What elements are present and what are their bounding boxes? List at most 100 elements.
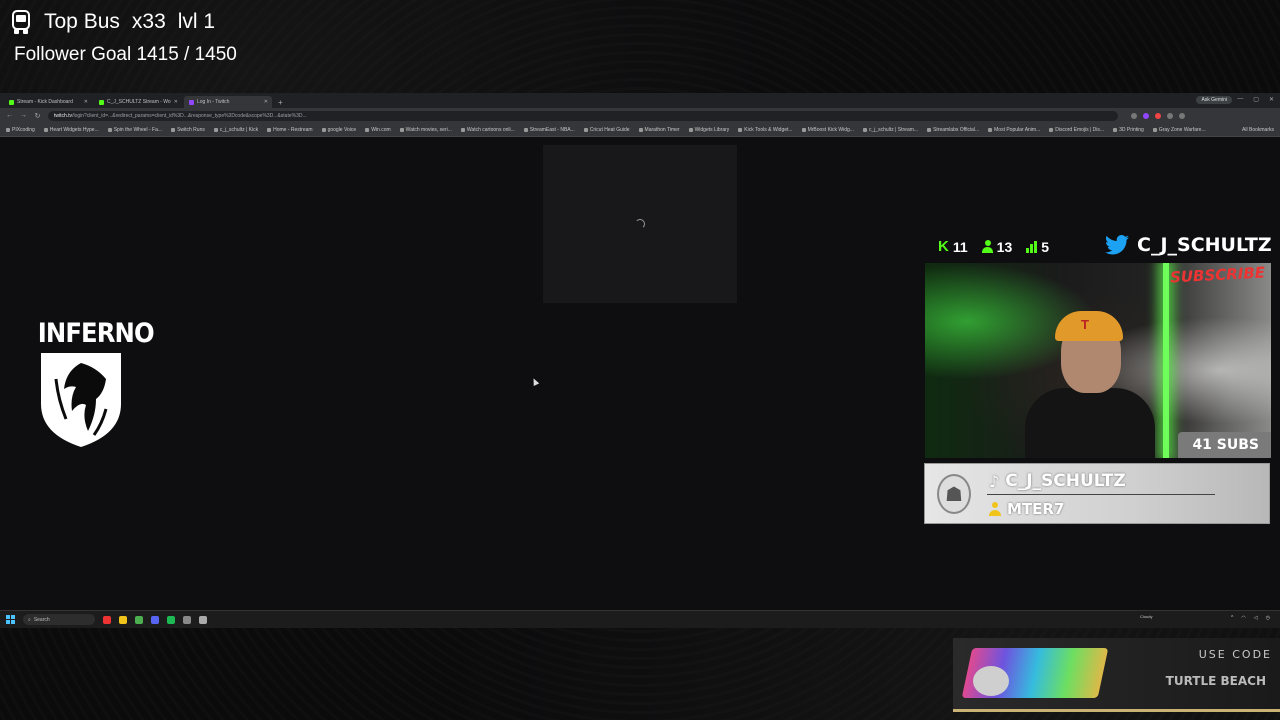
close-icon[interactable]: ✕ — [264, 99, 268, 105]
use-code-label: USE CODE — [1198, 648, 1272, 661]
bookmark-label: Most Popular Anim... — [994, 126, 1041, 133]
chrome-icon[interactable] — [135, 615, 143, 624]
ask-gemini-button[interactable]: Ask Gemini — [1196, 96, 1232, 104]
latest-follower-line: MTER7 — [989, 500, 1064, 518]
avatar: ☗ — [937, 474, 971, 514]
bookmark-label: Discord Emojis | Dis... — [1055, 126, 1105, 133]
bookmark-item[interactable]: Widgets Library — [688, 126, 730, 133]
menu-icon[interactable] — [1179, 112, 1185, 119]
bookmark-label: Kick Tools & Widget... — [744, 126, 793, 133]
windows-start-icon[interactable] — [6, 615, 15, 624]
bookmark-item[interactable]: Most Popular Anim... — [988, 127, 1040, 133]
file-explorer-icon[interactable] — [119, 615, 127, 624]
forward-icon[interactable]: → — [20, 112, 27, 119]
bookmark-item[interactable]: 3D Printing — [1113, 127, 1144, 133]
tab-bar: Stream - Kick Dashboard ✕ C_J_SCHULTZ St… — [0, 93, 1280, 108]
close-icon[interactable]: ✕ — [174, 99, 178, 105]
subs-count-badge: 41 SUBS — [1178, 432, 1271, 458]
taskbar-app-icon[interactable] — [199, 615, 207, 624]
new-tab-button[interactable]: + — [278, 96, 283, 108]
bookmark-item[interactable]: c_j_schultz | Stream... — [862, 126, 919, 133]
clock-icon[interactable]: ◷ — [1266, 615, 1270, 621]
bookmark-favicon-icon — [801, 127, 806, 132]
viewers-count: 5 — [1041, 238, 1050, 255]
divider — [987, 494, 1215, 495]
extension-icon[interactable] — [1131, 112, 1137, 119]
bookmark-label: Switch Runs — [177, 126, 205, 133]
bookmark-favicon-icon — [321, 127, 326, 132]
bookmark-favicon-icon — [738, 127, 743, 132]
bookmark-item[interactable]: Home - Restream — [267, 127, 313, 133]
back-icon[interactable]: ← — [6, 112, 13, 119]
tiktok-line: ♪ C_J_SCHULTZ — [989, 471, 1126, 491]
bookmark-item[interactable]: StreamEast - NBA... — [523, 127, 575, 133]
signal-bars-icon — [1026, 240, 1038, 253]
extension-icon[interactable] — [1167, 112, 1173, 119]
stream-stats: K 11 13 5 — [938, 238, 1049, 255]
url-input[interactable]: twitch.tv /login?client_id=...&redirect_… — [48, 110, 1118, 121]
top-bus-multiplier: x33 — [131, 10, 166, 33]
bookmark-label: Watch movies, seri... — [405, 126, 452, 133]
search-icon: ⌕ — [28, 616, 31, 623]
wifi-icon[interactable]: ◠ — [1241, 615, 1245, 621]
bookmark-item[interactable]: Watch movies, seri... — [399, 126, 452, 133]
url-path: /login?client_id=...&redirect_params=cli… — [72, 112, 307, 119]
streamer-cap — [1055, 311, 1123, 341]
bookmark-item[interactable]: PIXcoding — [6, 127, 35, 133]
bookmark-item[interactable]: Gray Zone Warfare... — [1152, 127, 1206, 133]
minimize-icon[interactable]: — — [1237, 96, 1243, 103]
reload-icon[interactable]: ↻ — [34, 112, 41, 120]
volume-icon[interactable]: ◁ — [1254, 615, 1258, 621]
tab-kick-dashboard[interactable]: Stream - Kick Dashboard ✕ — [4, 96, 92, 108]
taskbar-app-icon[interactable] — [183, 615, 191, 624]
bookmark-label: MrBoost Kick Widg... — [807, 126, 854, 133]
bookmark-item[interactable]: google Voice — [321, 127, 356, 133]
bookmark-favicon-icon — [43, 127, 48, 132]
bookmark-label: Widgets Library — [694, 126, 730, 133]
maximize-icon[interactable]: ▢ — [1253, 96, 1259, 103]
bookmark-item[interactable]: Watch cartoons onli... — [460, 127, 515, 133]
top-bus-level: lvl 1 — [177, 10, 216, 33]
extension-icon[interactable] — [1143, 112, 1149, 119]
bookmark-item[interactable]: Win.com — [365, 127, 391, 133]
bookmark-favicon-icon — [688, 127, 693, 132]
url-domain: twitch.tv — [54, 112, 73, 119]
person-icon — [981, 240, 993, 253]
bookmark-label: Heart Widgets Hype... — [49, 126, 99, 133]
system-tray: ^ ◠ ◁ ◷ — [1231, 615, 1270, 621]
bookmark-favicon-icon — [638, 127, 643, 132]
spotify-icon[interactable] — [167, 615, 175, 624]
bus-icon — [10, 10, 32, 34]
bookmark-label: PIXcoding — [12, 126, 35, 133]
tab-twitch-login[interactable]: Log In - Twitch ✕ — [184, 96, 272, 108]
bookmark-item[interactable]: Switch Runs — [171, 127, 205, 133]
bookmark-favicon-icon — [171, 127, 176, 132]
extension-icon[interactable] — [1155, 112, 1161, 119]
chevron-up-icon[interactable]: ^ — [1231, 615, 1233, 621]
discord-icon[interactable] — [151, 615, 159, 624]
bookmark-item[interactable]: Marathon Timer — [638, 127, 680, 133]
bookmark-item[interactable]: Heart Widgets Hype... — [43, 126, 99, 133]
bookmark-item[interactable]: MrBoost Kick Widg... — [801, 126, 854, 133]
bookmark-item[interactable]: Kick Tools & Widget... — [738, 126, 793, 133]
top-bus-line: Top Bus x33 lvl 1 — [10, 8, 237, 36]
mouse-cursor-icon — [530, 377, 540, 386]
bookmark-item[interactable]: c_j_schultz | Kick — [213, 127, 258, 133]
taskbar-app-icon[interactable] — [103, 615, 111, 624]
bookmark-item[interactable]: Streamlabs Official... — [927, 127, 979, 133]
tab-kick-stream[interactable]: C_J_SCHULTZ Stream - Wo ✕ — [94, 96, 182, 108]
all-bookmarks-button[interactable]: All Bookmarks — [1238, 127, 1274, 133]
bookmark-item[interactable]: Discord Emojis | Dis... — [1049, 127, 1104, 133]
bookmark-label: c_j_schultz | Stream... — [868, 126, 919, 133]
kick-subs-stat: K 11 — [938, 238, 968, 255]
tab-title: C_J_SCHULTZ Stream - Wo — [107, 99, 171, 105]
bookmark-item[interactable]: Spin the Wheel - Fa... — [107, 127, 162, 133]
twitter-bird-icon — [1105, 235, 1129, 255]
close-window-icon[interactable]: ✕ — [1269, 96, 1274, 103]
close-icon[interactable]: ✕ — [84, 99, 88, 105]
bookmark-favicon-icon — [399, 127, 404, 132]
turtle-beach-logo: TURTLE BEACH — [1165, 674, 1266, 688]
bookmark-item[interactable]: Cricut Heat Guide — [583, 127, 630, 133]
taskbar-search[interactable]: ⌕ Search — [23, 614, 95, 625]
weather-widget[interactable]: Cloudy — [1140, 614, 1152, 619]
